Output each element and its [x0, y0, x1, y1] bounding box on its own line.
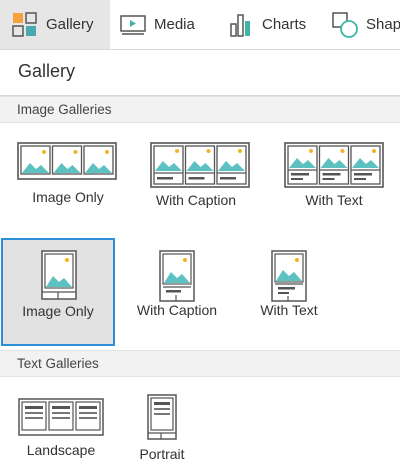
tab-gallery[interactable]: Gallery: [0, 0, 110, 49]
gallery-label: Image Only: [32, 189, 104, 205]
gallery-label: Portrait: [139, 446, 185, 462]
portrait-with-text-icon: [271, 250, 307, 302]
landscape-with-caption-icon: [150, 142, 250, 188]
gallery-portrait-with-text[interactable]: With Text: [232, 238, 346, 346]
gallery-portrait-with-caption[interactable]: With Caption: [120, 238, 234, 346]
gallery-label: With Text: [260, 302, 318, 318]
gallery-label: Landscape: [26, 442, 96, 458]
section-title: Image Galleries: [17, 102, 112, 117]
gallery-text-portrait[interactable]: Portrait: [122, 384, 202, 466]
text-landscape-icon: [18, 398, 104, 436]
section-text-galleries: Text Galleries: [0, 350, 400, 377]
charts-icon: [226, 10, 256, 40]
panel-title: Gallery: [18, 61, 76, 81]
tab-shapes[interactable]: Shapes: [330, 0, 400, 49]
landscape-with-text-icon: [284, 142, 384, 188]
gallery-text-landscape[interactable]: Landscape: [8, 384, 114, 466]
tab-bar: Gallery Media Charts Shape: [0, 0, 400, 50]
media-icon: [118, 10, 148, 40]
gallery-landscape-with-caption[interactable]: With Caption: [136, 128, 256, 228]
shapes-icon: [330, 10, 360, 40]
text-portrait-icon: [147, 394, 177, 440]
gallery-label: Image Only: [22, 303, 94, 319]
tab-media[interactable]: Media: [118, 0, 218, 49]
portrait-with-caption-icon: [159, 250, 195, 302]
gallery-label: With Caption: [136, 302, 218, 318]
gallery-label: With Caption: [155, 192, 237, 208]
gallery-landscape-with-text[interactable]: With Text: [274, 128, 394, 228]
section-title: Text Galleries: [17, 356, 99, 371]
portrait-image-only-icon: [41, 250, 77, 300]
gallery-landscape-image-only[interactable]: Image Only: [8, 128, 128, 228]
section-image-galleries: Image Galleries: [0, 96, 400, 123]
landscape-image-only-icon: [17, 142, 117, 180]
tab-media-label: Media: [154, 16, 195, 33]
tab-charts[interactable]: Charts: [226, 0, 326, 49]
tab-charts-label: Charts: [262, 16, 307, 33]
tab-shapes-label: Shapes: [366, 16, 400, 33]
gallery-icon: [10, 10, 40, 40]
tab-gallery-label: Gallery: [46, 16, 94, 33]
gallery-label: With Text: [305, 192, 363, 208]
gallery-portrait-image-only[interactable]: Image Only: [1, 238, 115, 346]
